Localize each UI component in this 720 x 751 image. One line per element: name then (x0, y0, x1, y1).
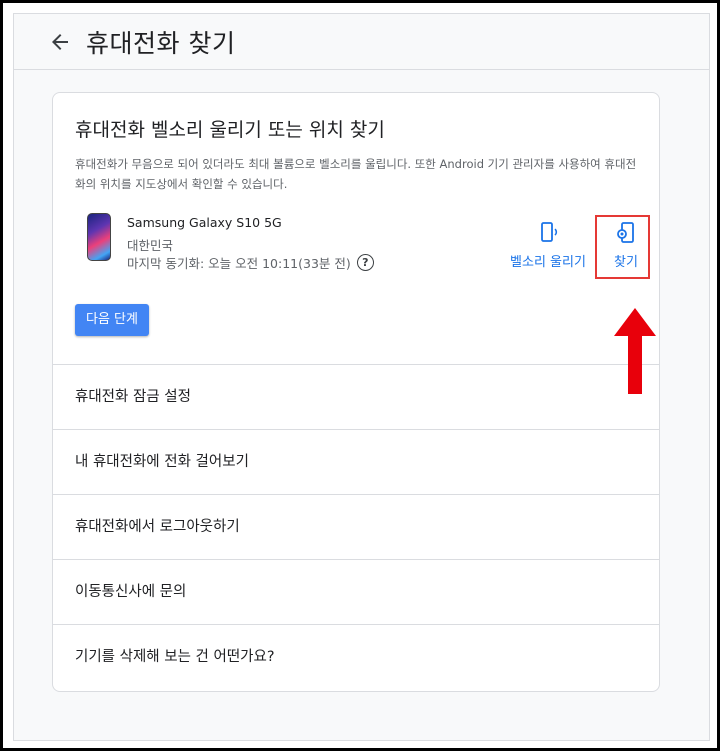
next-step-button[interactable]: 다음 단계 (75, 304, 149, 336)
list-item-call-phone[interactable]: 내 휴대전화에 전화 걸어보기 (53, 429, 659, 494)
back-arrow-icon[interactable] (48, 30, 72, 54)
screenshot-frame: 휴대전화 찾기 휴대전화 벨소리 울리기 또는 위치 찾기 휴대전화가 무음으로… (0, 0, 720, 751)
last-sync-text: 마지막 동기화: 오늘 오전 10:11(33분 전) (127, 256, 351, 271)
device-country: 대한민국 (127, 238, 174, 253)
page: 휴대전화 찾기 휴대전화 벨소리 울리기 또는 위치 찾기 휴대전화가 무음으로… (13, 13, 710, 741)
ring-phone-label: 벨소리 울리기 (510, 255, 586, 270)
card-description: 휴대전화가 무음으로 되어 있더라도 최대 볼륨으로 벨소리를 울립니다. 또한… (75, 157, 637, 191)
card-title: 휴대전화 벨소리 울리기 또는 위치 찾기 (75, 119, 385, 141)
page-title: 휴대전화 찾기 (86, 29, 236, 58)
list-item-contact-carrier[interactable]: 이동통신사에 문의 (53, 559, 659, 624)
list-item-lock-phone[interactable]: 휴대전화 잠금 설정 (53, 364, 659, 429)
find-device-card: 휴대전화 벨소리 울리기 또는 위치 찾기 휴대전화가 무음으로 되어 있더라도… (52, 92, 660, 692)
ring-phone-button[interactable]: 벨소리 울리기 (501, 221, 595, 270)
device-name: Samsung Galaxy S10 5G (127, 215, 282, 230)
help-icon[interactable]: ? (356, 254, 374, 271)
list-item-erase-device[interactable]: 기기를 삭제해 보는 건 어떤가요? (53, 624, 659, 689)
list-item-sign-out[interactable]: 휴대전화에서 로그아웃하기 (53, 494, 659, 559)
options-list: 휴대전화 잠금 설정 내 휴대전화에 전화 걸어보기 휴대전화에서 로그아웃하기… (53, 364, 659, 689)
find-highlight-box (595, 215, 650, 279)
up-arrow-annotation (614, 308, 656, 394)
phone-ring-icon (541, 222, 558, 242)
device-image (87, 213, 111, 261)
device-last-sync: 마지막 동기화: 오늘 오전 10:11(33분 전) ? (127, 253, 374, 272)
page-header: 휴대전화 찾기 (14, 14, 709, 70)
